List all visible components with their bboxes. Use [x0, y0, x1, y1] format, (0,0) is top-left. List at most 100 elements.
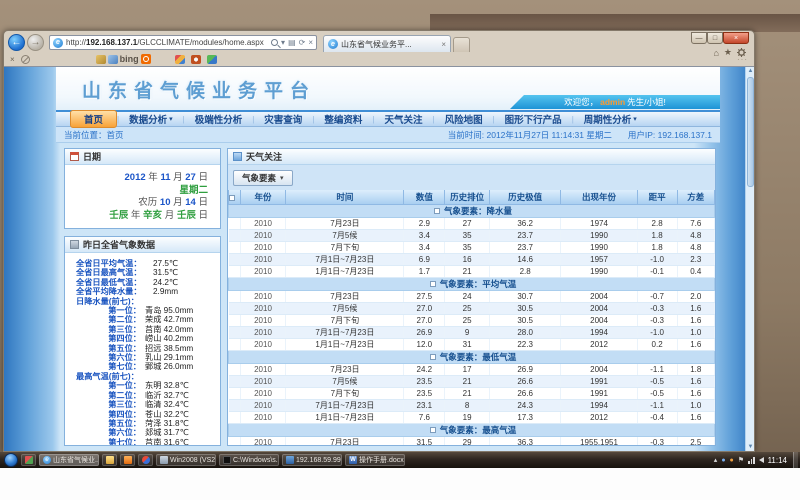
camera-icon[interactable]: [175, 55, 185, 64]
table-header-cell: 历史极值: [489, 190, 560, 204]
refresh-icon[interactable]: ⟳: [299, 38, 306, 47]
blocked-icon: [21, 55, 30, 64]
taskbar-window-button[interactable]: Win2008 (VS2...: [156, 454, 216, 466]
breadcrumb[interactable]: 当前位置：首页: [64, 129, 124, 141]
rank-position: 第二位：: [65, 391, 141, 400]
vertical-scrollbar[interactable]: ▲ ▼: [745, 67, 754, 451]
calendar-icon: [70, 152, 79, 161]
table-row[interactable]: 20107月23日24.21726.92004-1.11.8: [229, 363, 715, 375]
nav-item-5[interactable]: 天气关注: [374, 110, 432, 128]
table-row[interactable]: 20107月1日~7月23日23.1824.31994-1.11.0: [229, 399, 715, 411]
bing-logo[interactable]: bing: [96, 54, 151, 64]
nav-item-6[interactable]: 风险地图: [435, 110, 493, 128]
element-dropdown-button[interactable]: 气象要素 ▾: [233, 170, 293, 186]
nav-item-2[interactable]: 极端性分析: [185, 110, 253, 128]
autocomplete-caret-icon[interactable]: ▾: [281, 38, 285, 47]
scroll-up-icon[interactable]: ▲: [746, 68, 754, 74]
select-all-checkbox[interactable]: [229, 195, 235, 201]
group-checkbox[interactable]: [430, 427, 436, 433]
stat-label[interactable]: 全省日最高气温：: [65, 268, 153, 277]
forward-button[interactable]: →: [27, 34, 44, 51]
search-icon[interactable]: [271, 39, 278, 46]
tab-close-icon[interactable]: ×: [441, 40, 446, 49]
taskbar-window-button[interactable]: 192.168.59.99...: [282, 454, 342, 466]
nav-item-0[interactable]: 首页: [70, 110, 117, 128]
back-button[interactable]: ←: [8, 34, 25, 51]
table-row[interactable]: 20107月23日31.52936.31955,1951-0.32.5: [229, 436, 715, 445]
table-row[interactable]: 20101月1日~7月23日1.7212.81990-0.10.4: [229, 265, 715, 277]
taskbar-clock[interactable]: 11:14: [768, 456, 787, 465]
taskbar-window-button[interactable]: C:\Windows\s...: [219, 454, 279, 466]
table-row[interactable]: 20107月23日27.52430.72004-0.72.0: [229, 290, 715, 302]
hidden-icons-chevron-icon[interactable]: ▴: [714, 456, 718, 464]
table-row[interactable]: 20107月5候27.02530.52004-0.31.6: [229, 302, 715, 314]
close-button[interactable]: ×: [723, 32, 749, 44]
table-row[interactable]: 20107月下旬3.43523.719901.84.8: [229, 241, 715, 253]
group-checkbox[interactable]: [430, 354, 436, 360]
taskbar-window-button[interactable]: [102, 454, 117, 466]
group-checkbox[interactable]: [434, 208, 440, 214]
taskbar-window-button[interactable]: [120, 454, 135, 466]
favorites-star-icon[interactable]: ★: [724, 47, 732, 58]
minimize-button[interactable]: —: [691, 32, 707, 44]
pinned-app-icon[interactable]: [21, 454, 36, 466]
settings-gear-icon[interactable]: [737, 48, 746, 57]
action-center-flag-icon[interactable]: ⚑: [738, 456, 744, 464]
maximize-button[interactable]: □: [707, 32, 723, 44]
paw-icon[interactable]: [191, 55, 201, 64]
globe-icon[interactable]: [207, 55, 217, 64]
browser-tab[interactable]: e 山东省气候业务平... ×: [323, 35, 451, 52]
taskbar-window-label: Win2008 (VS2...: [170, 457, 216, 464]
table-row[interactable]: 20107月5候23.52126.61991-0.51.6: [229, 375, 715, 387]
card-icon[interactable]: [96, 55, 106, 64]
close-bar-icon[interactable]: ×: [10, 55, 15, 64]
stat-row: 全省日平均气温：27.5℃: [65, 259, 220, 268]
cell: 1974: [561, 217, 637, 229]
nav-item-7[interactable]: 图形下行产品: [495, 110, 572, 128]
update-icon[interactable]: ●: [730, 457, 734, 464]
cell: 23.1: [404, 399, 445, 411]
cell: 7月23日: [286, 363, 404, 375]
scrollbar-thumb[interactable]: [747, 77, 754, 187]
nav-item-3[interactable]: 灾害查询: [254, 110, 312, 128]
mail-icon[interactable]: [108, 55, 118, 64]
table-row[interactable]: 20107月1日~7月23日6.91614.61957-1.02.3: [229, 253, 715, 265]
table-row[interactable]: 20101月1日~7月23日12.03122.320120.21.6: [229, 338, 715, 350]
stat-label[interactable]: 全省日平均气温：: [65, 259, 153, 268]
cell: 26.9: [404, 326, 445, 338]
table-row[interactable]: 20107月下旬23.52126.61991-0.51.6: [229, 387, 715, 399]
group-checkbox[interactable]: [430, 281, 436, 287]
table-row[interactable]: 20107月下旬27.02530.52004-0.31.6: [229, 314, 715, 326]
table-row[interactable]: 20101月1日~7月23日7.61917.32012-0.41.6: [229, 411, 715, 423]
home-icon[interactable]: ⌂: [713, 48, 718, 58]
volume-icon[interactable]: [759, 457, 764, 463]
stop-icon[interactable]: ×: [308, 38, 313, 47]
cell: 2010: [240, 436, 286, 445]
table-row[interactable]: 20107月1日~7月23日26.9928.01994-1.01.0: [229, 326, 715, 338]
stat-label[interactable]: 全省平均降水量：: [65, 287, 153, 296]
nav-item-4[interactable]: 整编资料: [314, 110, 372, 128]
cell: 6.9: [404, 253, 445, 265]
cell: -0.1: [637, 265, 677, 277]
ime-icon[interactable]: ●: [721, 457, 725, 464]
rank-row: 第二位：荣成 42.7mm: [65, 315, 220, 324]
taskbar-window-button[interactable]: [138, 454, 153, 466]
nav-item-1[interactable]: 数据分析▾: [119, 110, 183, 128]
nav-item-label: 图形下行产品: [505, 112, 562, 126]
address-bar[interactable]: e http://192.168.137.1/GLCCLIMATE/module…: [49, 35, 317, 50]
show-desktop-button[interactable]: [793, 452, 798, 468]
scroll-down-icon[interactable]: ▼: [746, 444, 754, 450]
new-tab-button[interactable]: [453, 37, 470, 52]
table-row[interactable]: 20107月23日2.92736.219742.87.6: [229, 217, 715, 229]
table-row[interactable]: 20107月5候3.43523.719901.84.8: [229, 229, 715, 241]
taskbar-window-button[interactable]: e山东省气候业...: [39, 454, 99, 466]
compatibility-icon[interactable]: ▤: [288, 38, 296, 47]
stat-label[interactable]: 全省日最低气温：: [65, 278, 153, 287]
bing-search-icon[interactable]: [141, 54, 151, 64]
nav-item-8[interactable]: 周期性分析▾: [574, 110, 647, 128]
taskbar-window-button[interactable]: W操作手册.docx ...: [345, 454, 405, 466]
network-icon[interactable]: [748, 457, 755, 464]
cell: 23.7: [489, 229, 560, 241]
start-button[interactable]: [4, 453, 18, 467]
word-icon: W: [349, 456, 357, 464]
